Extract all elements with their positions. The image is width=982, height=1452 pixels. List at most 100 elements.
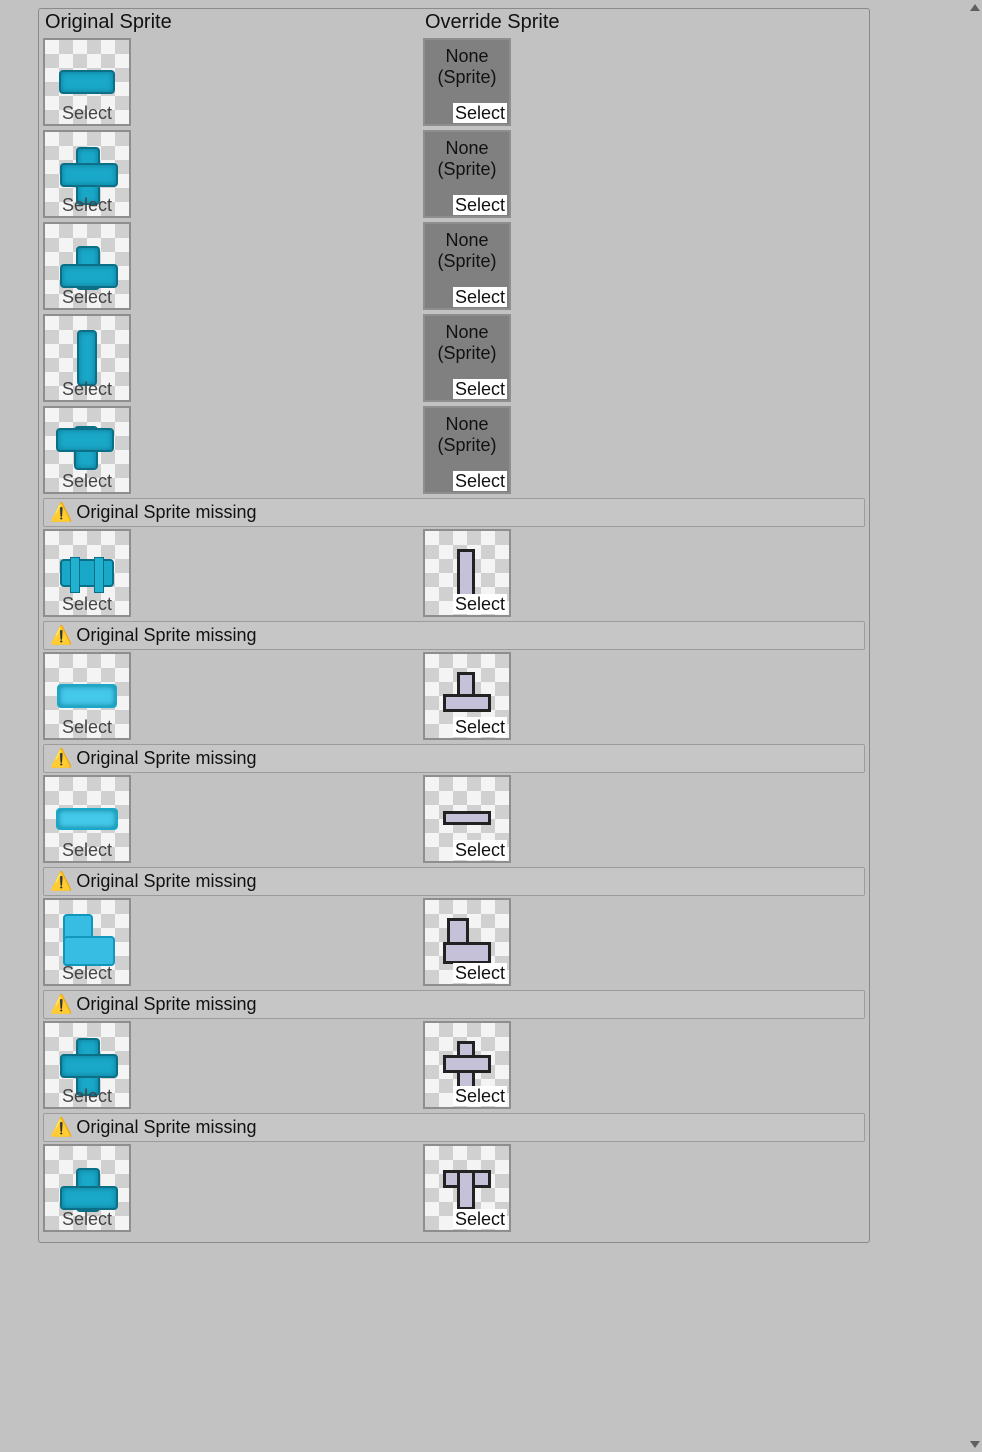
scroll-down-icon[interactable] <box>970 1441 980 1448</box>
sprite-row: Select None (Sprite) Select <box>43 406 865 494</box>
select-button[interactable]: Select <box>453 195 507 215</box>
warning-bar: ⚠️ Original Sprite missing <box>43 1113 865 1142</box>
select-button[interactable]: Select <box>453 717 507 737</box>
override-pixel-icon <box>439 791 495 847</box>
override-pixel-icon <box>439 1160 495 1216</box>
select-button[interactable]: Select <box>60 1209 114 1229</box>
warning-text: Original Sprite missing <box>76 748 256 769</box>
override-sprite-slot[interactable]: Select <box>423 1144 511 1232</box>
select-button[interactable]: Select <box>60 195 114 215</box>
select-button[interactable]: Select <box>60 594 114 614</box>
original-sprite-slot[interactable]: Select <box>43 898 131 986</box>
select-button[interactable]: Select <box>453 963 507 983</box>
header-original: Original Sprite <box>45 11 425 34</box>
override-sprite-slot[interactable]: Select <box>423 652 511 740</box>
select-button[interactable]: Select <box>60 1086 114 1106</box>
override-sprite-slot[interactable]: Select <box>423 529 511 617</box>
rows-container: Select None (Sprite) Select Select <box>39 38 869 1242</box>
warning-bar: ⚠️ Original Sprite missing <box>43 621 865 650</box>
select-button[interactable]: Select <box>453 471 507 491</box>
override-sprite-slot[interactable]: None (Sprite) Select <box>423 130 511 218</box>
warning-bar: ⚠️ Original Sprite missing <box>43 990 865 1019</box>
pipe-tee-icon <box>60 1168 114 1208</box>
override-pixel-icon <box>439 914 495 970</box>
select-button[interactable]: Select <box>453 1086 507 1106</box>
override-sprite-slot[interactable]: None (Sprite) Select <box>423 314 511 402</box>
select-button[interactable]: Select <box>60 379 114 399</box>
none-label-line2: (Sprite) <box>437 159 496 180</box>
sprite-row: Select Select <box>43 529 865 617</box>
warning-bar: ⚠️ Original Sprite missing <box>43 867 865 896</box>
warning-bar: ⚠️ Original Sprite missing <box>43 744 865 773</box>
original-sprite-slot[interactable]: Select <box>43 1021 131 1109</box>
sprite-row: Select None (Sprite) Select <box>43 38 865 126</box>
original-sprite-slot[interactable]: Select <box>43 529 131 617</box>
none-label-line2: (Sprite) <box>437 67 496 88</box>
select-button[interactable]: Select <box>453 103 507 123</box>
original-sprite-slot[interactable]: Select <box>43 222 131 310</box>
select-button[interactable]: Select <box>60 103 114 123</box>
warning-icon: ⚠️ <box>50 994 72 1015</box>
scroll-up-icon[interactable] <box>970 4 980 11</box>
original-sprite-slot[interactable]: Select <box>43 1144 131 1232</box>
none-label-line1: None <box>445 46 488 67</box>
warning-text: Original Sprite missing <box>76 502 256 523</box>
select-button[interactable]: Select <box>453 1209 507 1229</box>
pipe-vertical-icon <box>77 330 97 386</box>
original-sprite-slot[interactable]: Select <box>43 406 131 494</box>
none-label-line1: None <box>445 322 488 343</box>
override-sprite-slot[interactable]: None (Sprite) Select <box>423 222 511 310</box>
warning-icon: ⚠️ <box>50 871 72 892</box>
header-override: Override Sprite <box>425 11 863 34</box>
sprite-row: Select Select <box>43 1021 865 1109</box>
select-button[interactable]: Select <box>453 594 507 614</box>
override-sprite-slot[interactable]: None (Sprite) Select <box>423 38 511 126</box>
warning-text: Original Sprite missing <box>76 625 256 646</box>
override-pixel-icon <box>439 668 495 724</box>
select-button[interactable]: Select <box>453 840 507 860</box>
pipe-tee-icon <box>60 430 114 470</box>
pipe-cross-icon <box>60 147 114 201</box>
pipe-elbow-icon <box>63 918 111 966</box>
override-sprite-slot[interactable]: Select <box>423 775 511 863</box>
override-sprite-slot[interactable]: Select <box>423 1021 511 1109</box>
vertical-scrollbar[interactable] <box>968 0 982 1452</box>
select-button[interactable]: Select <box>453 287 507 307</box>
sprite-row: Select Select <box>43 652 865 740</box>
pipe-valve-icon <box>60 559 114 587</box>
warning-text: Original Sprite missing <box>76 994 256 1015</box>
original-sprite-slot[interactable]: Select <box>43 652 131 740</box>
original-sprite-slot[interactable]: Select <box>43 38 131 126</box>
sprite-row: Select Select <box>43 1144 865 1232</box>
warning-icon: ⚠️ <box>50 502 72 523</box>
sprite-row: Select None (Sprite) Select <box>43 130 865 218</box>
warning-icon: ⚠️ <box>50 748 72 769</box>
warning-icon: ⚠️ <box>50 625 72 646</box>
sprite-row: Select Select <box>43 775 865 863</box>
override-sprite-slot[interactable]: Select <box>423 898 511 986</box>
sprite-row: Select None (Sprite) Select <box>43 314 865 402</box>
original-sprite-slot[interactable]: Select <box>43 775 131 863</box>
select-button[interactable]: Select <box>60 840 114 860</box>
none-label-line1: None <box>445 138 488 159</box>
select-button[interactable]: Select <box>60 287 114 307</box>
original-sprite-slot[interactable]: Select <box>43 130 131 218</box>
none-label-line2: (Sprite) <box>437 343 496 364</box>
warning-text: Original Sprite missing <box>76 871 256 892</box>
override-pixel-icon <box>439 545 495 601</box>
select-button[interactable]: Select <box>60 471 114 491</box>
select-button[interactable]: Select <box>453 379 507 399</box>
pipe-tee-icon <box>60 246 114 286</box>
header-row: Original Sprite Override Sprite <box>39 9 869 38</box>
original-sprite-slot[interactable]: Select <box>43 314 131 402</box>
pipe-icon <box>59 70 115 94</box>
select-button[interactable]: Select <box>60 717 114 737</box>
pipe-icon <box>57 684 117 708</box>
select-button[interactable]: Select <box>60 963 114 983</box>
warning-icon: ⚠️ <box>50 1117 72 1138</box>
override-pixel-icon <box>439 1037 495 1093</box>
none-label-line2: (Sprite) <box>437 435 496 456</box>
none-label-line2: (Sprite) <box>437 251 496 272</box>
override-sprite-slot[interactable]: None (Sprite) Select <box>423 406 511 494</box>
pipe-cross-icon <box>60 1038 114 1092</box>
